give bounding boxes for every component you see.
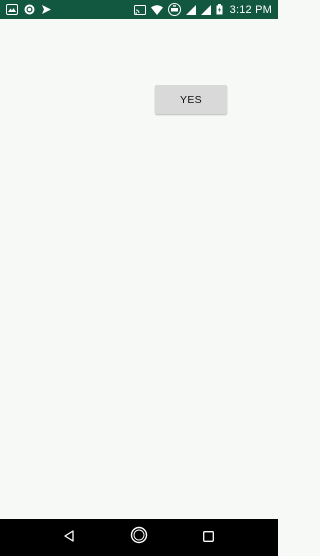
recents-icon <box>202 529 214 547</box>
status-right: 3:12 PM <box>133 0 272 19</box>
gallery-icon <box>6 4 18 15</box>
cast-icon <box>133 4 146 15</box>
status-time: 3:12 PM <box>229 3 272 16</box>
home-icon <box>130 526 148 549</box>
status-bar: 3:12 PM <box>0 0 278 19</box>
screen: 3:12 PM YES <box>0 0 278 556</box>
status-left <box>6 0 52 19</box>
wifi-icon <box>150 4 163 15</box>
circle-app-icon <box>24 4 35 15</box>
signal-icon <box>185 4 196 15</box>
main-content: YES <box>0 19 278 519</box>
home-button[interactable] <box>119 519 159 556</box>
battery-icon <box>216 4 223 15</box>
navigation-bar <box>0 519 278 556</box>
volte-icon <box>167 3 181 16</box>
yes-button[interactable]: YES <box>155 85 227 114</box>
recents-button[interactable] <box>188 519 228 556</box>
signal-icon-2 <box>200 4 211 15</box>
send-app-icon <box>41 4 52 15</box>
back-icon <box>63 529 75 547</box>
back-button[interactable] <box>49 519 89 556</box>
